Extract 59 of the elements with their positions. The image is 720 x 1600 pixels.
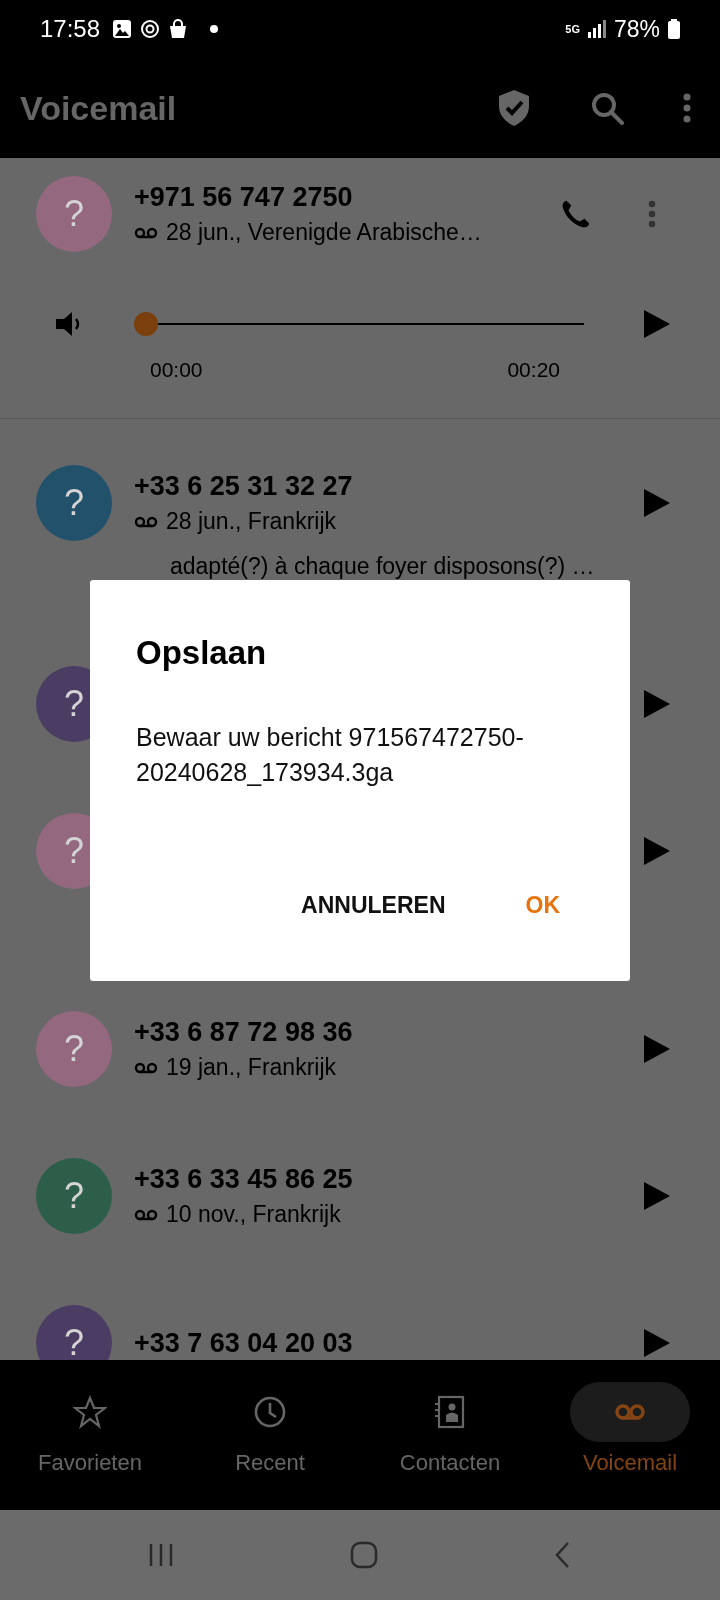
dialog-title: Opslaan [136, 634, 268, 672]
nav-tab[interactable]: Contacten [360, 1382, 540, 1510]
speaker-icon[interactable] [56, 311, 82, 337]
unknown-contact-icon: ? [64, 686, 84, 722]
voicemail-icon [134, 1060, 158, 1075]
phone-number: +33 6 25 31 32 27 [134, 471, 354, 502]
nav-tab[interactable]: Favorieten [0, 1382, 180, 1510]
voicemail-icon [134, 514, 158, 529]
nav-tab[interactable]: Voicemail [540, 1382, 720, 1510]
screen-title: Voicemail [20, 88, 177, 128]
play-icon[interactable] [644, 1035, 670, 1063]
unknown-contact-icon: ? [64, 1325, 84, 1360]
play-icon[interactable] [644, 1182, 670, 1210]
unknown-contact-icon: ? [64, 196, 84, 232]
home-icon[interactable] [350, 1541, 378, 1569]
battery-icon [668, 19, 680, 39]
clock-time: 17:58 [40, 15, 101, 43]
star-icon [73, 1395, 107, 1429]
play-icon[interactable] [644, 1329, 670, 1357]
unknown-contact-icon: ? [64, 833, 84, 869]
elapsed-time: 00:00 [150, 358, 203, 382]
battery-percentage: 78% [613, 15, 660, 43]
voicemail-date: 28 jun., Frankrijk [166, 508, 336, 535]
ok-button[interactable]: OK [515, 886, 570, 925]
voicemail-date: 19 jan., Frankrijk [166, 1054, 336, 1081]
unknown-contact-icon: ? [64, 1178, 84, 1214]
play-icon[interactable] [644, 690, 670, 718]
notification-dot-icon [210, 25, 219, 33]
dialog-message: Bewaar uw bericht 971567472750-20240628_173934.3ga [136, 722, 525, 788]
phone-number: +971 56 747 2750 [134, 182, 354, 213]
voicemail-date: 10 nov., Frankrijk [166, 1201, 341, 1228]
shopping-bag-icon [168, 19, 189, 39]
unknown-contact-icon: ? [64, 1031, 84, 1067]
more-options-icon[interactable] [648, 200, 656, 228]
address-book-icon [433, 1395, 467, 1429]
transcript-text: adapté(?) à chaque foyer disposons(?) … [170, 553, 596, 580]
total-duration: 00:20 [507, 358, 560, 382]
cancel-button[interactable]: ANNULEREN [291, 886, 456, 925]
shield-check-icon[interactable] [496, 88, 532, 128]
back-icon[interactable] [554, 1541, 572, 1569]
clock-icon [253, 1395, 287, 1429]
unknown-contact-icon: ? [64, 485, 84, 521]
sync-icon [140, 19, 161, 39]
search-icon[interactable] [590, 91, 624, 125]
play-icon[interactable] [644, 310, 670, 338]
phone-number: +33 6 87 72 98 36 [134, 1017, 354, 1048]
nav-tab[interactable]: Recent [180, 1382, 360, 1510]
gallery-icon [112, 19, 133, 39]
phone-number: +33 7 63 04 20 03 [134, 1327, 354, 1359]
play-icon[interactable] [644, 837, 670, 865]
voicemail-icon [134, 225, 158, 240]
phone-number: +33 6 33 45 86 25 [134, 1164, 354, 1195]
more-options-icon[interactable] [682, 93, 692, 123]
recent-apps-icon[interactable] [148, 1542, 174, 1568]
voicemail-date: 28 jun., Verenigde Arabische… [166, 219, 482, 246]
play-icon[interactable] [644, 489, 670, 517]
signal-icon [587, 20, 606, 38]
voicemail-icon [134, 1207, 158, 1222]
network-label: 5G [565, 23, 580, 35]
